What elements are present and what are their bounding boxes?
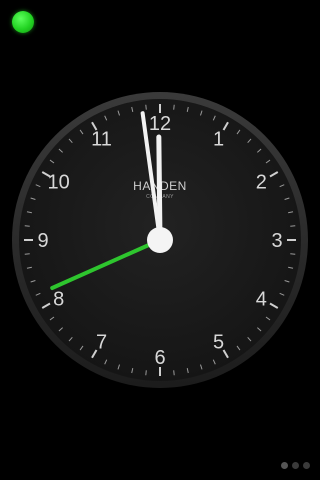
hour-numeral-1: 1 — [213, 129, 224, 151]
minute-tick — [290, 225, 296, 227]
hour-numeral-12: 12 — [149, 113, 171, 135]
hour-numeral-10: 10 — [48, 172, 70, 194]
center-hub — [147, 227, 173, 253]
page-dot-2[interactable] — [292, 462, 299, 469]
hour-numeral-2: 2 — [256, 172, 267, 194]
page-dot-3[interactable] — [303, 462, 310, 469]
minute-tick — [24, 253, 30, 255]
hour-numeral-8: 8 — [53, 289, 64, 311]
hour-numeral-5: 5 — [213, 331, 224, 353]
hour-numeral-4: 4 — [256, 289, 267, 311]
hour-numeral-3: 3 — [271, 230, 282, 252]
hour-numeral-9: 9 — [37, 230, 48, 252]
page-indicator[interactable] — [281, 462, 310, 469]
page-dot-1[interactable] — [281, 462, 288, 469]
minute-tick — [145, 370, 147, 376]
minute-tick — [290, 253, 296, 255]
minute-tick — [24, 225, 30, 227]
hour-numeral-6: 6 — [154, 347, 165, 369]
hour-numeral-11: 11 — [91, 129, 112, 151]
minute-tick — [145, 104, 147, 110]
minute-tick — [173, 104, 175, 110]
hour-numeral-7: 7 — [96, 331, 107, 353]
minute-tick — [173, 370, 175, 376]
analog-clock: 121234567891011 HANDEN COMPANY — [12, 92, 308, 388]
